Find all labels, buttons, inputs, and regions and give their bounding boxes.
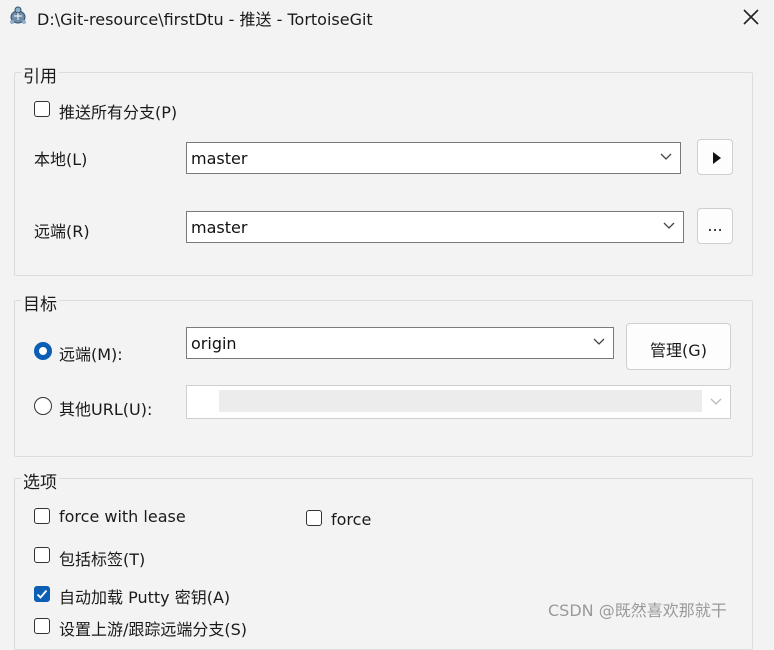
close-icon: [743, 9, 759, 25]
remote-select-value: origin: [191, 334, 237, 353]
window-title: D:\Git-resource\firstDtu - 推送 - Tortoise…: [37, 10, 373, 29]
remote-branch-value: master: [191, 218, 248, 237]
force-label: force: [331, 510, 372, 529]
manage-remotes-button[interactable]: 管理(G): [626, 323, 731, 370]
remote-branch-select[interactable]: master: [186, 211, 684, 243]
destination-group-title: 目标: [21, 290, 59, 315]
autoload-putty-key-label: 自动加载 Putty 密钥(A): [59, 588, 231, 607]
remote-radio-label: 远端(M):: [59, 345, 123, 364]
options-group-title: 选项: [21, 468, 59, 493]
play-arrow-icon: [713, 152, 721, 164]
browse-button-label: ...: [707, 216, 723, 235]
remote-branch-browse-button[interactable]: ...: [697, 208, 733, 244]
watermark: CSDN @既然喜欢那就干: [548, 601, 727, 620]
other-url-input[interactable]: [186, 385, 731, 419]
force-checkbox[interactable]: [306, 510, 322, 526]
remote-select[interactable]: origin: [186, 327, 614, 359]
manage-button-label: 管理(G): [650, 341, 707, 360]
include-tags-checkbox[interactable]: [34, 547, 50, 563]
set-upstream-checkbox[interactable]: [34, 618, 50, 634]
remote-label: 远端(R): [34, 222, 90, 241]
push-all-branches-label: 推送所有分支(P): [59, 103, 178, 122]
checkmark-icon: [36, 589, 48, 599]
remote-radio[interactable]: [34, 342, 52, 360]
title-bar: D:\Git-resource\firstDtu - 推送 - Tortoise…: [0, 0, 774, 36]
other-url-label: 其他URL(U):: [59, 400, 153, 419]
include-tags-label: 包括标签(T): [59, 550, 146, 569]
local-branch-select[interactable]: master: [186, 142, 681, 174]
ref-group-title: 引用: [21, 62, 59, 87]
chevron-down-icon: [663, 222, 675, 229]
local-branch-value: master: [191, 149, 248, 168]
autoload-putty-key-checkbox[interactable]: [34, 586, 50, 602]
local-label: 本地(L): [34, 150, 88, 169]
local-branch-menu-button[interactable]: [697, 139, 733, 175]
chevron-down-icon: [593, 338, 605, 345]
other-url-radio[interactable]: [34, 397, 52, 415]
other-url-input-field: [219, 390, 702, 412]
force-with-lease-label: force with lease: [59, 507, 186, 526]
set-upstream-label: 设置上游/跟踪远端分支(S): [59, 620, 248, 639]
chevron-down-icon: [710, 398, 722, 405]
force-with-lease-checkbox[interactable]: [34, 508, 50, 524]
push-all-branches-checkbox[interactable]: [34, 101, 50, 117]
close-button[interactable]: [728, 0, 774, 34]
tortoisegit-icon: [8, 6, 28, 26]
chevron-down-icon: [660, 153, 672, 160]
